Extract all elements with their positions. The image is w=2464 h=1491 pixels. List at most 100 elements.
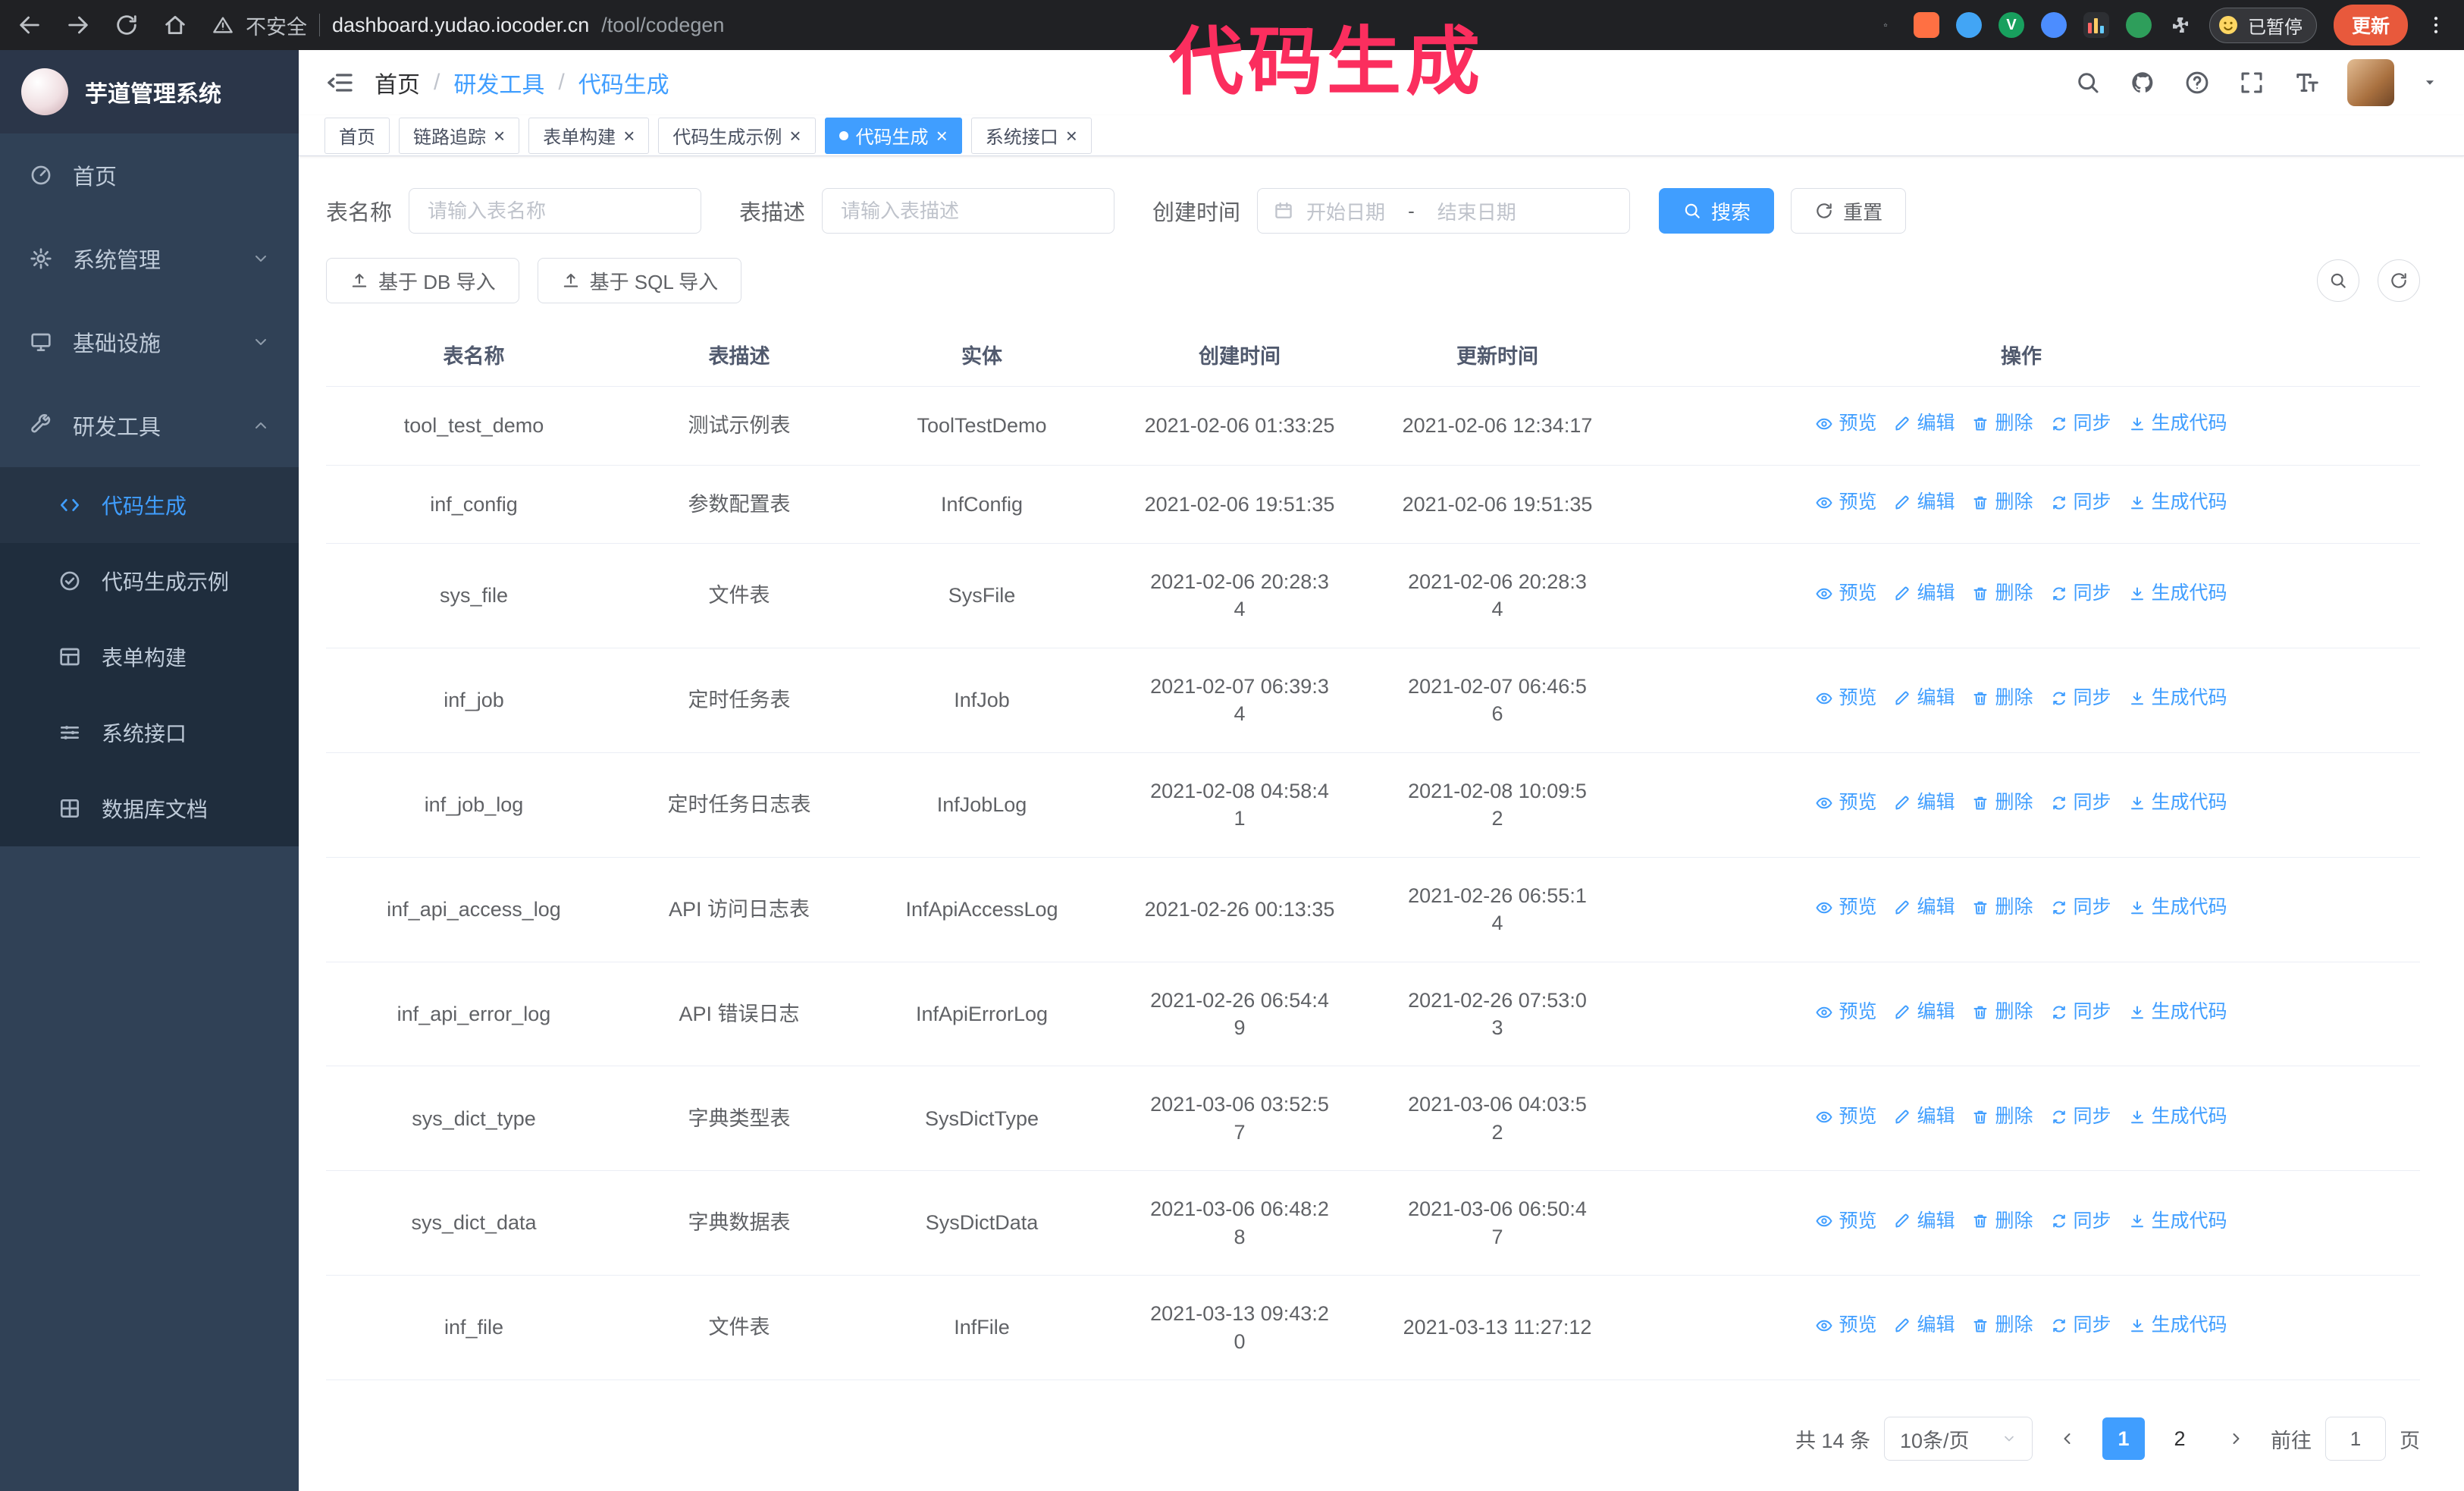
generate-link[interactable]: 生成代码 (2128, 1104, 2227, 1130)
delete-link[interactable]: 删除 (1971, 1209, 2033, 1235)
extension-icon-4[interactable] (2040, 12, 2067, 38)
close-icon[interactable]: × (936, 126, 948, 146)
back-icon[interactable] (17, 12, 42, 38)
import-db-button[interactable]: 基于 DB 导入 (326, 258, 519, 304)
forward-icon[interactable] (65, 12, 91, 38)
sync-link[interactable]: 同步 (2050, 411, 2111, 437)
delete-link[interactable]: 删除 (1971, 686, 2033, 711)
extension-icon-5[interactable] (2083, 12, 2109, 38)
preview-link[interactable]: 预览 (1815, 1313, 1876, 1339)
profile-paused-badge[interactable]: 已暂停 (2209, 7, 2317, 43)
sidebar-item-system-api[interactable]: 系统接口 (0, 695, 299, 771)
page-button-2[interactable]: 2 (2158, 1417, 2201, 1460)
delete-link[interactable]: 删除 (1971, 790, 2033, 816)
date-range-picker[interactable]: 开始日期 - 结束日期 (1257, 188, 1631, 234)
extension-icon-2[interactable] (1955, 12, 1982, 38)
preview-link[interactable]: 预览 (1815, 895, 1876, 921)
edit-link[interactable]: 编辑 (1893, 686, 1955, 711)
refresh-button[interactable] (2378, 259, 2420, 303)
breadcrumb-item-home[interactable]: 首页 (375, 66, 420, 99)
close-icon[interactable]: × (789, 126, 801, 146)
fullscreen-icon[interactable] (2238, 69, 2265, 96)
security-warning-icon[interactable] (212, 14, 234, 36)
delete-link[interactable]: 删除 (1971, 490, 2033, 516)
github-icon[interactable] (2129, 69, 2156, 96)
generate-link[interactable]: 生成代码 (2128, 1209, 2227, 1235)
address-bar[interactable]: 不安全 dashboard.yudao.iocoder.cn/tool/code… (212, 11, 1906, 40)
browser-update-button[interactable]: 更新 (2333, 5, 2408, 46)
edit-link[interactable]: 编辑 (1893, 1313, 1955, 1339)
sidebar-item-devtools[interactable]: 研发工具 (0, 384, 299, 467)
edit-link[interactable]: 编辑 (1893, 1000, 1955, 1025)
preview-link[interactable]: 预览 (1815, 490, 1876, 516)
edit-link[interactable]: 编辑 (1893, 490, 1955, 516)
extensions-puzzle-icon[interactable] (2168, 13, 2193, 37)
tag-system-api[interactable]: 系统接口 × (970, 117, 1092, 154)
sync-link[interactable]: 同步 (2050, 1313, 2111, 1339)
sync-link[interactable]: 同步 (2050, 686, 2111, 711)
tag-codegen-example[interactable]: 代码生成示例 × (658, 117, 816, 154)
preview-link[interactable]: 预览 (1815, 1104, 1876, 1130)
browser-menu-icon[interactable] (2425, 14, 2447, 36)
preview-link[interactable]: 预览 (1815, 1209, 1876, 1235)
generate-link[interactable]: 生成代码 (2128, 1000, 2227, 1025)
header-search-icon[interactable] (2074, 69, 2102, 96)
generate-link[interactable]: 生成代码 (2128, 411, 2227, 437)
preview-link[interactable]: 预览 (1815, 581, 1876, 607)
generate-link[interactable]: 生成代码 (2128, 790, 2227, 816)
edit-link[interactable]: 编辑 (1893, 411, 1955, 437)
generate-link[interactable]: 生成代码 (2128, 1313, 2227, 1339)
close-icon[interactable]: × (623, 126, 635, 146)
close-icon[interactable]: × (494, 126, 505, 146)
reset-button[interactable]: 重置 (1791, 188, 1907, 234)
delete-link[interactable]: 删除 (1971, 895, 2033, 921)
sidebar-item-form-builder[interactable]: 表单构建 (0, 619, 299, 695)
breadcrumb-item-codegen[interactable]: 代码生成 (578, 66, 669, 99)
home-icon[interactable] (162, 12, 188, 38)
delete-link[interactable]: 删除 (1971, 1104, 2033, 1130)
sidebar-item-codegen[interactable]: 代码生成 (0, 467, 299, 543)
edit-link[interactable]: 编辑 (1893, 1104, 1955, 1130)
goto-page-input[interactable] (2325, 1417, 2386, 1461)
generate-link[interactable]: 生成代码 (2128, 895, 2227, 921)
avatar-caret-icon[interactable] (2422, 74, 2438, 91)
sync-link[interactable]: 同步 (2050, 1000, 2111, 1025)
close-icon[interactable]: × (1066, 126, 1077, 146)
sync-link[interactable]: 同步 (2050, 1104, 2111, 1130)
delete-link[interactable]: 删除 (1971, 1000, 2033, 1025)
search-button[interactable]: 搜索 (1659, 188, 1775, 234)
generate-link[interactable]: 生成代码 (2128, 581, 2227, 607)
tag-codegen[interactable]: 代码生成 × (824, 117, 962, 154)
extension-icon-1[interactable] (1913, 12, 1939, 38)
sidebar-collapse-icon[interactable] (324, 67, 355, 98)
help-icon[interactable] (2183, 69, 2211, 96)
font-size-icon[interactable] (2293, 69, 2320, 96)
table-name-input[interactable] (409, 188, 702, 234)
page-size-select[interactable]: 10条/页 (1884, 1417, 2033, 1461)
delete-link[interactable]: 删除 (1971, 581, 2033, 607)
tag-form-builder[interactable]: 表单构建 × (528, 117, 650, 154)
preview-link[interactable]: 预览 (1815, 411, 1876, 437)
import-sql-button[interactable]: 基于 SQL 导入 (537, 258, 742, 304)
delete-link[interactable]: 删除 (1971, 411, 2033, 437)
sidebar-item-codegen-example[interactable]: 代码生成示例 (0, 543, 299, 619)
table-desc-input[interactable] (822, 188, 1115, 234)
user-avatar[interactable] (2347, 58, 2394, 106)
sync-link[interactable]: 同步 (2050, 895, 2111, 921)
breadcrumb-item-devtools[interactable]: 研发工具 (453, 66, 544, 99)
extension-icon-3[interactable]: V (1998, 12, 2024, 38)
sidebar-item-home[interactable]: 首页 (0, 133, 299, 217)
edit-link[interactable]: 编辑 (1893, 1209, 1955, 1235)
toggle-search-button[interactable] (2317, 259, 2359, 303)
prev-page-button[interactable] (2046, 1417, 2089, 1460)
sync-link[interactable]: 同步 (2050, 490, 2111, 516)
generate-link[interactable]: 生成代码 (2128, 490, 2227, 516)
preview-link[interactable]: 预览 (1815, 1000, 1876, 1025)
tag-trace[interactable]: 链路追踪 × (399, 117, 520, 154)
bookmark-star-icon[interactable] (1883, 14, 1906, 36)
next-page-button[interactable] (2215, 1417, 2257, 1460)
sidebar-item-infra[interactable]: 基础设施 (0, 300, 299, 384)
delete-link[interactable]: 删除 (1971, 1313, 2033, 1339)
reload-icon[interactable] (114, 12, 140, 38)
extension-icon-6[interactable] (2125, 12, 2152, 38)
